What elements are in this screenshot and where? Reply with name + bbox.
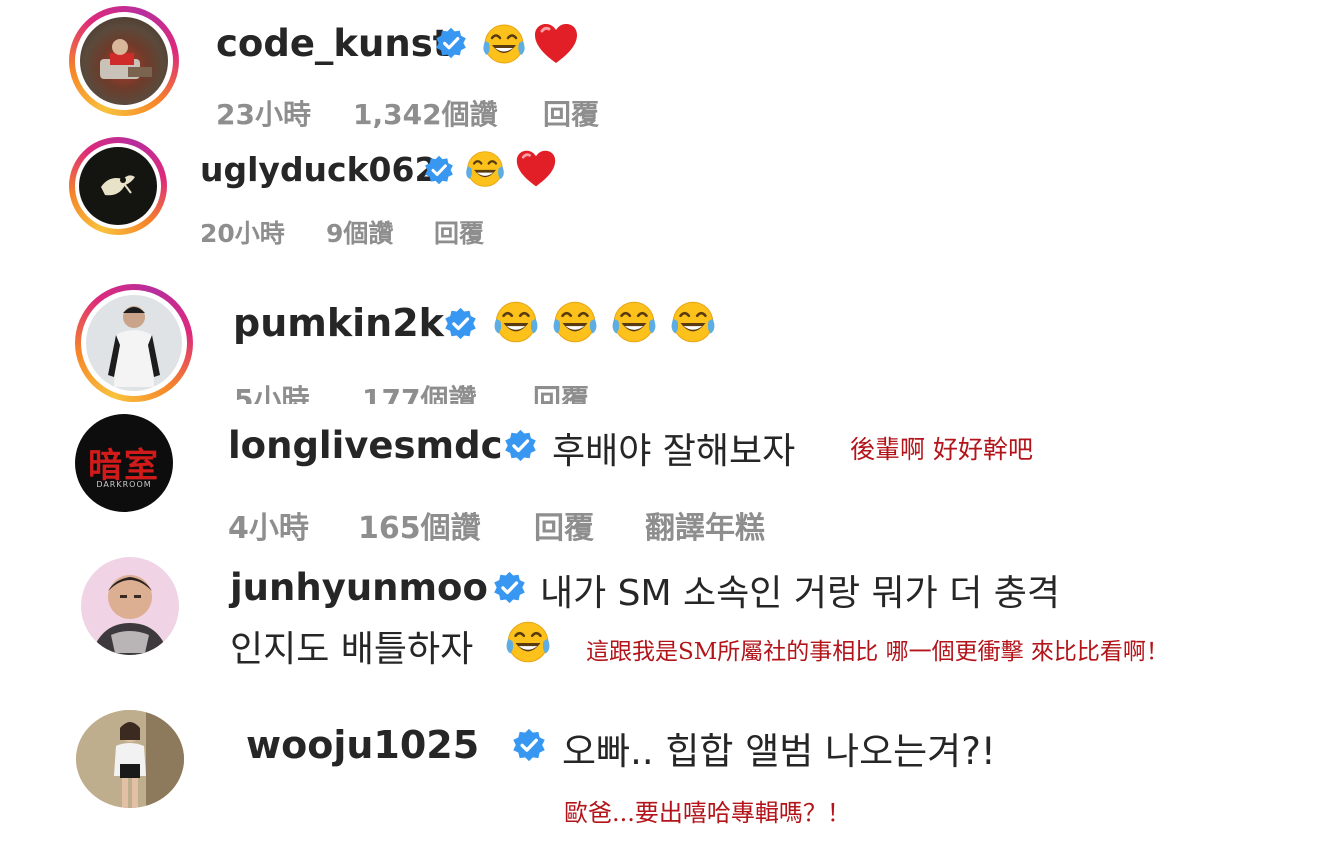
verified-badge-icon (445, 307, 476, 340)
translation-note: 歐爸...要出嘻哈專輯嗎？！ (564, 799, 851, 827)
username[interactable]: pumkin2k (233, 301, 444, 345)
username[interactable]: uglyduck062 (200, 150, 437, 189)
verified-badge-icon (505, 429, 536, 462)
avatar-image (91, 575, 169, 655)
laughing-tears-emoji-icon (612, 301, 656, 343)
verified-badge-icon (436, 27, 466, 59)
username[interactable]: junhyunmoo (230, 566, 488, 609)
laughing-tears-emoji-icon (483, 24, 525, 64)
laughing-tears-emoji-icon (466, 151, 504, 187)
laughing-tears-emoji-icon (553, 301, 597, 343)
avatar-image (101, 175, 135, 196)
username[interactable]: wooju1025 (246, 723, 479, 767)
comment-time: 23小時 (216, 98, 311, 131)
laughing-tears-emoji-icon (671, 301, 715, 343)
avatar-junhyunmoo[interactable] (81, 557, 179, 655)
reply-button[interactable]: 回覆 (534, 503, 594, 547)
avatar-code-kunst[interactable] (80, 17, 168, 105)
username[interactable]: code_kunst (216, 22, 450, 65)
like-count[interactable]: 9個讚 (326, 214, 393, 250)
comment-text: 오빠.. 힙합 앨범 나오는겨?! (562, 730, 996, 773)
translation-note: 這跟我是SM所屬社的事相比 哪一個更衝擊 來比比看啊！ (586, 639, 1169, 665)
comment-time: 4小時 (228, 511, 309, 546)
verified-badge-icon (425, 155, 453, 185)
translate-button[interactable]: 翻譯年糕 (645, 503, 765, 547)
like-count[interactable]: 1,342個讚 (353, 93, 498, 133)
reply-button[interactable]: 回覆 (533, 378, 589, 404)
verified-badge-icon (494, 571, 525, 604)
heart-emoji-icon (516, 150, 556, 187)
comment-text-line2: 인지도 배틀하자 (230, 629, 474, 670)
verified-badge-icon (513, 728, 545, 762)
avatar-wooju1025[interactable] (76, 710, 184, 808)
like-count[interactable]: 165個讚 (358, 503, 481, 547)
like-count[interactable]: 177個讚 (362, 378, 476, 404)
avatar-logo-subtext: DARKROOM (96, 480, 152, 489)
username[interactable]: longlivesmdc (228, 424, 503, 467)
heart-emoji-icon (535, 24, 577, 63)
laughing-tears-emoji-icon (494, 301, 538, 343)
avatar-longlivesmdc[interactable]: 暗室 DARKROOM (75, 414, 173, 512)
avatar-image (100, 39, 152, 79)
comment-time: 20小時 (200, 219, 285, 248)
comment-text-line1: 내가 SM 소속인 거랑 뭐가 더 충격 (540, 573, 1061, 614)
avatar-uglyduck062[interactable] (79, 147, 157, 225)
comment-time: 5小時 (234, 383, 310, 404)
comment-text: 후배야 잘해보자 (552, 431, 796, 472)
reply-button[interactable]: 回覆 (543, 93, 599, 133)
avatar-image (76, 710, 184, 808)
laughing-tears-emoji-icon (506, 621, 550, 663)
meta-row-clipped: 5小時 177個讚 回覆 (0, 372, 800, 404)
reply-button[interactable]: 回覆 (434, 214, 484, 250)
translation-note: 後輩啊 好好幹吧 (850, 435, 1033, 464)
